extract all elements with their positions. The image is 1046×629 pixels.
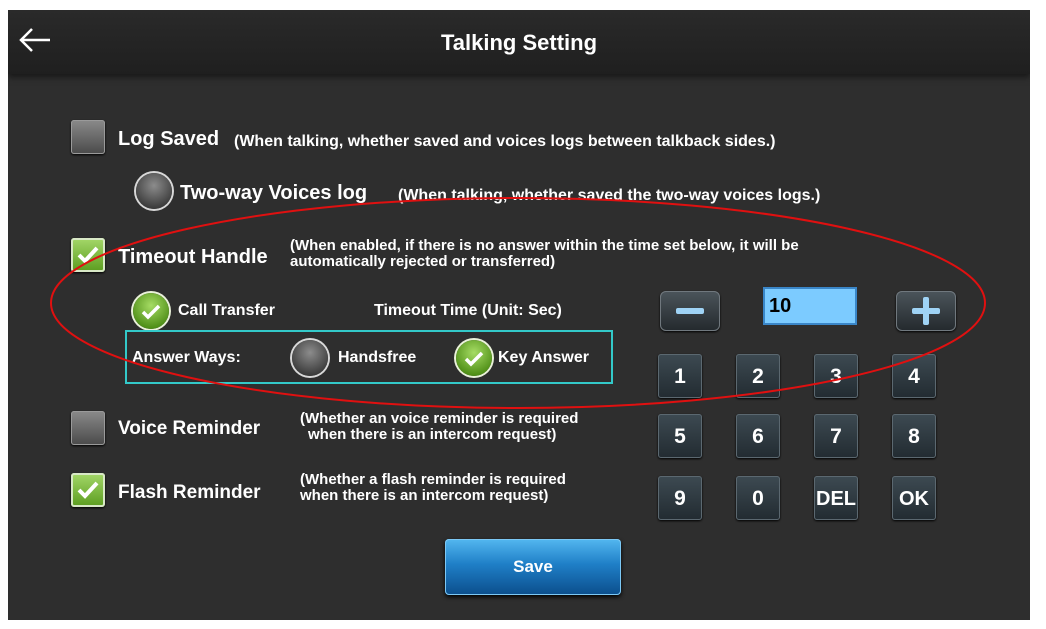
key-answer-label: Key Answer bbox=[498, 349, 589, 366]
keypad-key-5[interactable]: 5 bbox=[658, 414, 702, 458]
log-saved-label: Log Saved bbox=[118, 128, 220, 150]
keypad-key-7[interactable]: 7 bbox=[814, 414, 858, 458]
keypad-key-8[interactable]: 8 bbox=[892, 414, 936, 458]
voice-reminder-hint-line1: (Whether an voice reminder is required bbox=[300, 410, 579, 427]
call-transfer-label: Call Transfer bbox=[178, 302, 275, 319]
two-way-voices-log-hint: (When talking, whether saved the two-way… bbox=[398, 187, 821, 204]
voice-reminder-checkbox[interactable] bbox=[71, 411, 105, 445]
two-way-voices-log-label: Two-way Voices log bbox=[180, 182, 368, 204]
voice-reminder-hint-line2: when there is an intercom request) bbox=[308, 426, 557, 443]
check-icon bbox=[77, 246, 99, 264]
keypad-key-2[interactable]: 2 bbox=[736, 354, 780, 398]
check-icon bbox=[141, 304, 161, 320]
handsfree-radio[interactable] bbox=[292, 340, 328, 376]
answer-ways-label: Answer Ways: bbox=[132, 349, 241, 366]
timeout-handle-label: Timeout Handle bbox=[118, 246, 268, 268]
key-answer-radio[interactable] bbox=[456, 340, 492, 376]
log-saved-checkbox[interactable] bbox=[71, 120, 105, 154]
two-way-voices-log-radio[interactable] bbox=[136, 173, 172, 209]
title-bar: Talking Setting bbox=[8, 10, 1030, 74]
keypad-key-0[interactable]: 0 bbox=[736, 476, 780, 520]
voice-reminder-label: Voice Reminder bbox=[118, 418, 261, 439]
page-title: Talking Setting bbox=[440, 30, 598, 55]
call-transfer-radio[interactable] bbox=[133, 293, 169, 329]
talking-setting-screen: Talking Setting Log Saved (When talking,… bbox=[8, 10, 1030, 620]
keypad-key-3[interactable]: 3 bbox=[814, 354, 858, 398]
timeout-time-input[interactable] bbox=[763, 287, 857, 325]
check-icon bbox=[77, 481, 99, 499]
keypad-key-6[interactable]: 6 bbox=[736, 414, 780, 458]
timeout-handle-checkbox[interactable] bbox=[71, 238, 105, 272]
flash-reminder-label: Flash Reminder bbox=[118, 482, 261, 503]
timeout-handle-hint-line2: automatically rejected or transferred) bbox=[290, 253, 556, 270]
timeout-time-label: Timeout Time (Unit: Sec) bbox=[374, 302, 562, 319]
save-button[interactable]: Save bbox=[445, 539, 621, 595]
keypad-key-4[interactable]: 4 bbox=[892, 354, 936, 398]
handsfree-label: Handsfree bbox=[338, 349, 417, 366]
minus-icon bbox=[676, 308, 704, 314]
log-saved-hint: (When talking, whether saved and voices … bbox=[234, 133, 776, 150]
timeout-handle-hint-line1: (When enabled, if there is no answer wit… bbox=[290, 237, 799, 254]
check-icon bbox=[464, 351, 484, 367]
increase-button[interactable] bbox=[896, 291, 956, 331]
keypad-ok-key[interactable]: OK bbox=[892, 476, 936, 520]
plus-icon bbox=[912, 297, 940, 325]
keypad-key-9[interactable]: 9 bbox=[658, 476, 702, 520]
flash-reminder-checkbox[interactable] bbox=[71, 473, 105, 507]
keypad-key-1[interactable]: 1 bbox=[658, 354, 702, 398]
flash-reminder-hint-line1: (Whether a flash reminder is required bbox=[300, 471, 566, 488]
keypad-delete-key[interactable]: DEL bbox=[814, 476, 858, 520]
flash-reminder-hint-line2: when there is an intercom request) bbox=[300, 487, 549, 504]
decrease-button[interactable] bbox=[660, 291, 720, 331]
